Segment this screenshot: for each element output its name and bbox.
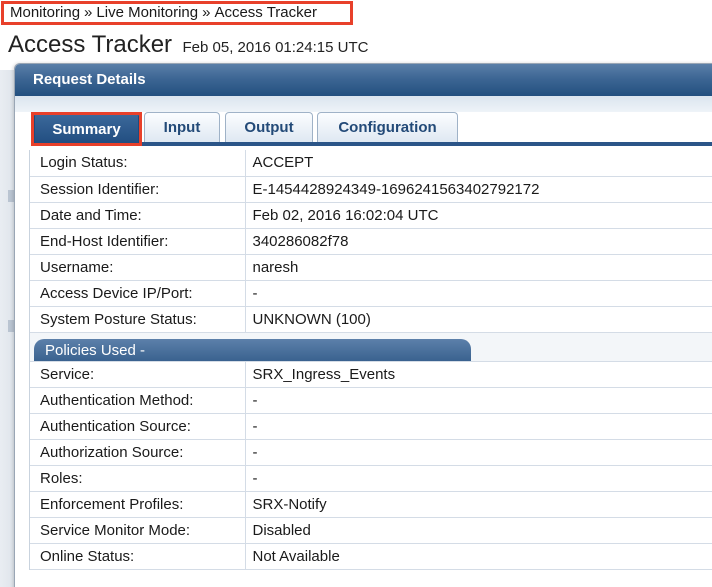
table-row: Authentication Method: - xyxy=(30,387,712,414)
breadcrumb-live-monitoring[interactable]: Live Monitoring xyxy=(96,4,198,22)
field-label: Access Device IP/Port: xyxy=(30,280,246,307)
access-tracker-page: Monitoring » Live Monitoring » Access Tr… xyxy=(0,0,712,587)
field-value: Disabled xyxy=(245,517,712,544)
tab-summary-label: Summary xyxy=(52,121,121,138)
field-value: SRX_Ingress_Events xyxy=(245,361,712,388)
field-value: - xyxy=(245,413,712,440)
breadcrumb-monitoring[interactable]: Monitoring xyxy=(10,4,80,22)
page-title-row: Access Tracker Feb 05, 2016 01:24:15 UTC xyxy=(8,31,368,59)
field-label: Authorization Source: xyxy=(30,439,246,466)
field-value: 340286082f78 xyxy=(245,228,712,255)
breadcrumb-separator: » xyxy=(84,4,93,21)
summary-content: Login Status: ACCEPT Session Identifier: E-… xyxy=(29,150,712,570)
field-value: Feb 02, 2016 16:02:04 UTC xyxy=(245,202,712,229)
table-row: Date and Time: Feb 02, 2016 16:02:04 UTC xyxy=(30,202,712,229)
tab-input[interactable]: Input xyxy=(144,112,220,142)
breadcrumb: Monitoring » Live Monitoring » Access Tr… xyxy=(1,1,353,25)
tab-configuration[interactable]: Configuration xyxy=(317,112,458,142)
summary-table: Login Status: ACCEPT Session Identifier: E-… xyxy=(30,150,712,333)
field-label: Session Identifier: xyxy=(30,176,246,203)
request-details-dialog: Request Details Summary Input Output Con… xyxy=(14,63,712,587)
dialog-title: Request Details xyxy=(15,64,712,96)
field-label: Roles: xyxy=(30,465,246,492)
table-row: Enforcement Profiles: SRX-Notify xyxy=(30,491,712,518)
table-row: Session Identifier: E-1454428924349-16962… xyxy=(30,176,712,203)
breadcrumb-access-tracker[interactable]: Access Tracker xyxy=(214,4,317,22)
table-row: Authorization Source: - xyxy=(30,439,712,466)
tab-output[interactable]: Output xyxy=(225,112,313,142)
field-value: - xyxy=(245,280,712,307)
tab-output-label: Output xyxy=(244,119,294,136)
table-row: Online Status: Not Available xyxy=(30,543,712,570)
table-row: System Posture Status: UNKNOWN (100) xyxy=(30,306,712,333)
field-value: - xyxy=(245,387,712,414)
field-value: Not Available xyxy=(245,543,712,570)
tab-configuration-label: Configuration xyxy=(338,119,437,136)
field-label: Authentication Source: xyxy=(30,413,246,440)
table-row: Login Status: ACCEPT xyxy=(30,150,712,177)
page-timestamp: Feb 05, 2016 01:24:15 UTC xyxy=(182,39,369,56)
policies-section-title: Policies Used - xyxy=(34,338,471,361)
table-row: Roles: - xyxy=(30,465,712,492)
field-label: Date and Time: xyxy=(30,202,246,229)
field-value: - xyxy=(245,465,712,492)
field-label: Service: xyxy=(30,361,246,388)
field-label: Enforcement Profiles: xyxy=(30,491,246,518)
table-row: Service: SRX_Ingress_Events xyxy=(30,361,712,388)
field-label: System Posture Status: xyxy=(30,306,246,333)
field-value: naresh xyxy=(245,254,712,281)
tab-summary[interactable]: Summary xyxy=(34,112,139,146)
table-row: Service Monitor Mode: Disabled xyxy=(30,517,712,544)
tab-input-label: Input xyxy=(163,119,201,136)
table-row: Username: naresh xyxy=(30,254,712,281)
tab-bar: Summary Input Output Configuration xyxy=(31,112,712,146)
table-row: Authentication Source: - xyxy=(30,413,712,440)
table-row: Access Device IP/Port: - xyxy=(30,280,712,307)
breadcrumb-separator: » xyxy=(202,4,211,21)
policies-section-header: Policies Used - xyxy=(30,332,712,362)
field-value: UNKNOWN (100) xyxy=(245,306,712,333)
field-label: Login Status: xyxy=(30,150,246,177)
field-value: - xyxy=(245,439,712,466)
field-value: ACCEPT xyxy=(245,150,712,177)
field-label: Service Monitor Mode: xyxy=(30,517,246,544)
table-row: End-Host Identifier: 340286082f78 xyxy=(30,228,712,255)
field-value: E-1454428924349-1696241563402792172 xyxy=(245,176,712,203)
dialog-tab-strip xyxy=(15,96,712,112)
field-label: Online Status: xyxy=(30,543,246,570)
field-value: SRX-Notify xyxy=(245,491,712,518)
page-title: Access Tracker xyxy=(8,31,173,58)
field-label: Authentication Method: xyxy=(30,387,246,414)
field-label: End-Host Identifier: xyxy=(30,228,246,255)
policies-table: Service: SRX_Ingress_Events Authentication… xyxy=(30,361,712,570)
field-label: Username: xyxy=(30,254,246,281)
